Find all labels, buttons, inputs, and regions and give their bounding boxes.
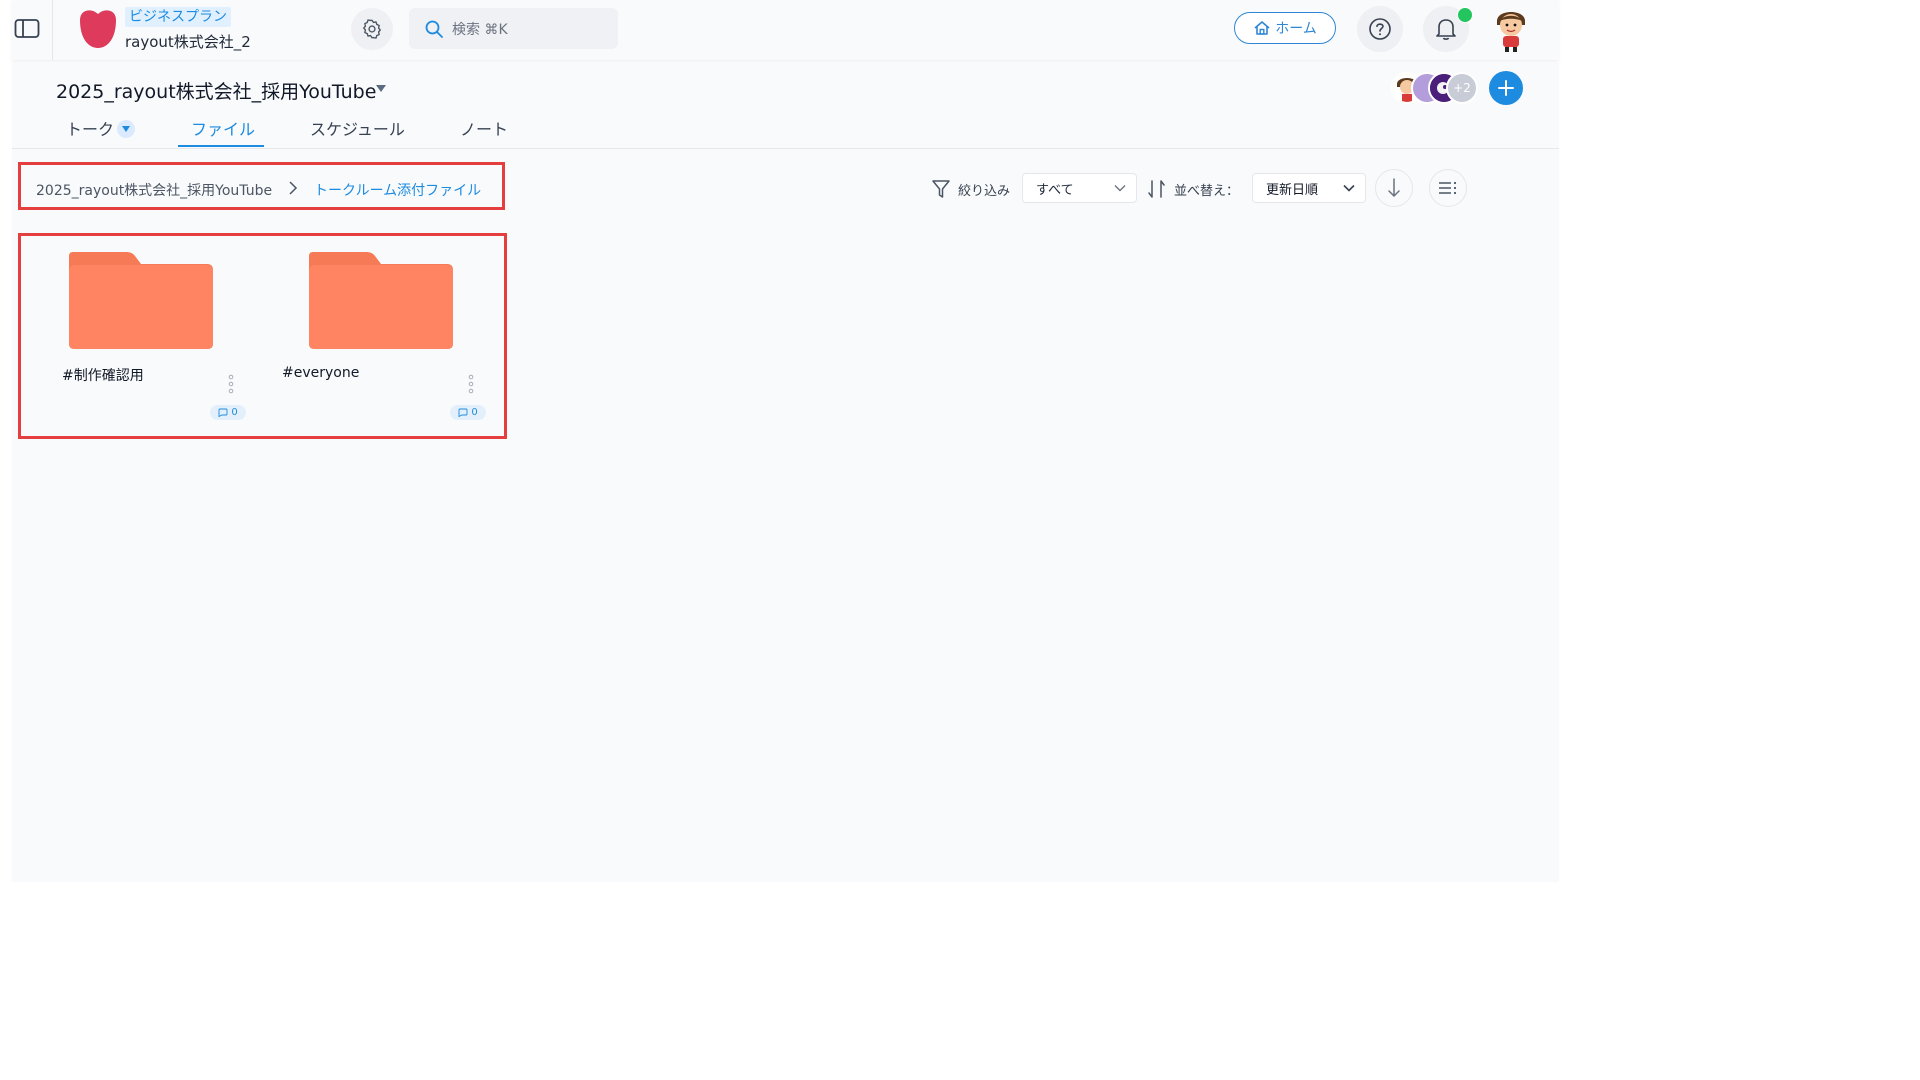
- home-button-label: ホーム: [1275, 21, 1317, 37]
- settings-button[interactable]: [351, 8, 393, 50]
- arrow-down-icon: [1388, 178, 1400, 197]
- tab-talk-dropdown-icon[interactable]: [117, 120, 135, 138]
- tab-talk[interactable]: トーク: [66, 118, 114, 148]
- folder-name[interactable]: #everyone: [282, 365, 359, 381]
- left-strip: [0, 0, 12, 1080]
- filter-select-value: すべて: [1036, 182, 1074, 198]
- comment-count: 0: [471, 407, 478, 418]
- tabs-divider: [12, 148, 1559, 149]
- chevron-right-icon: [288, 180, 298, 200]
- home-icon: [1254, 21, 1270, 35]
- comment-icon: [458, 408, 468, 417]
- room-menu-caret-icon[interactable]: [376, 85, 386, 92]
- search-icon: [424, 19, 444, 39]
- home-button[interactable]: ホーム: [1234, 12, 1336, 44]
- add-member-button[interactable]: [1489, 71, 1523, 105]
- tab-files[interactable]: ファイル: [191, 118, 255, 148]
- tab-notes[interactable]: ノート: [460, 118, 508, 148]
- notification-dot: [1457, 7, 1473, 23]
- list-view-icon: [1439, 181, 1457, 195]
- search-input[interactable]: 検索 ⌘K: [409, 8, 618, 49]
- sort-select[interactable]: 更新日順: [1252, 173, 1366, 203]
- bell-icon: [1436, 19, 1456, 40]
- comment-icon: [218, 408, 228, 417]
- folder-icon[interactable]: [309, 252, 454, 354]
- room-title: 2025_rayout株式会社_採用YouTube: [56, 81, 377, 103]
- filter-label: 絞り込み: [958, 184, 1011, 199]
- org-name[interactable]: rayout株式会社_2: [125, 31, 251, 52]
- sort-icon[interactable]: [1146, 177, 1168, 205]
- plan-badge: ビジネスプラン: [125, 7, 231, 27]
- member-more-count: +2: [1453, 81, 1471, 95]
- sidebar-toggle-icon[interactable]: [14, 18, 40, 40]
- plus-icon: [1498, 80, 1514, 96]
- chevron-down-icon: [1343, 184, 1355, 192]
- view-toggle-button[interactable]: [1429, 169, 1467, 207]
- breadcrumb-current[interactable]: トークルーム添付ファイル: [314, 180, 481, 200]
- folder-name[interactable]: #制作確認用: [62, 365, 144, 385]
- user-avatar[interactable]: [1491, 5, 1531, 53]
- app-window: ビジネスプラン rayout株式会社_2 検索 ⌘K ホーム 2025_rayo…: [0, 0, 1570, 1080]
- comment-count-badge[interactable]: 0: [210, 405, 246, 420]
- sort-select-value: 更新日順: [1266, 182, 1319, 198]
- help-icon: [1369, 18, 1391, 40]
- filter-select[interactable]: すべて: [1022, 173, 1137, 203]
- chevron-down-icon: [1114, 184, 1126, 192]
- breadcrumb-root[interactable]: 2025_rayout株式会社_採用YouTube: [36, 180, 272, 200]
- sort-direction-button[interactable]: [1375, 169, 1413, 207]
- active-tab-indicator: [178, 145, 264, 147]
- more-options-icon[interactable]: [467, 373, 475, 399]
- more-options-icon[interactable]: [227, 373, 235, 399]
- sort-label: 並べ替え：: [1174, 184, 1240, 199]
- tab-schedule[interactable]: スケジュール: [310, 118, 405, 148]
- help-button[interactable]: [1357, 6, 1403, 52]
- header-divider: [52, 0, 53, 60]
- filter-icon[interactable]: [931, 178, 951, 204]
- member-more-badge[interactable]: +2: [1446, 72, 1478, 104]
- gear-icon: [363, 19, 381, 39]
- search-placeholder: 検索 ⌘K: [452, 21, 508, 38]
- comment-count: 0: [231, 407, 238, 418]
- folder-icon[interactable]: [69, 252, 214, 354]
- comment-count-badge[interactable]: 0: [450, 405, 486, 420]
- app-logo-icon[interactable]: [78, 8, 118, 50]
